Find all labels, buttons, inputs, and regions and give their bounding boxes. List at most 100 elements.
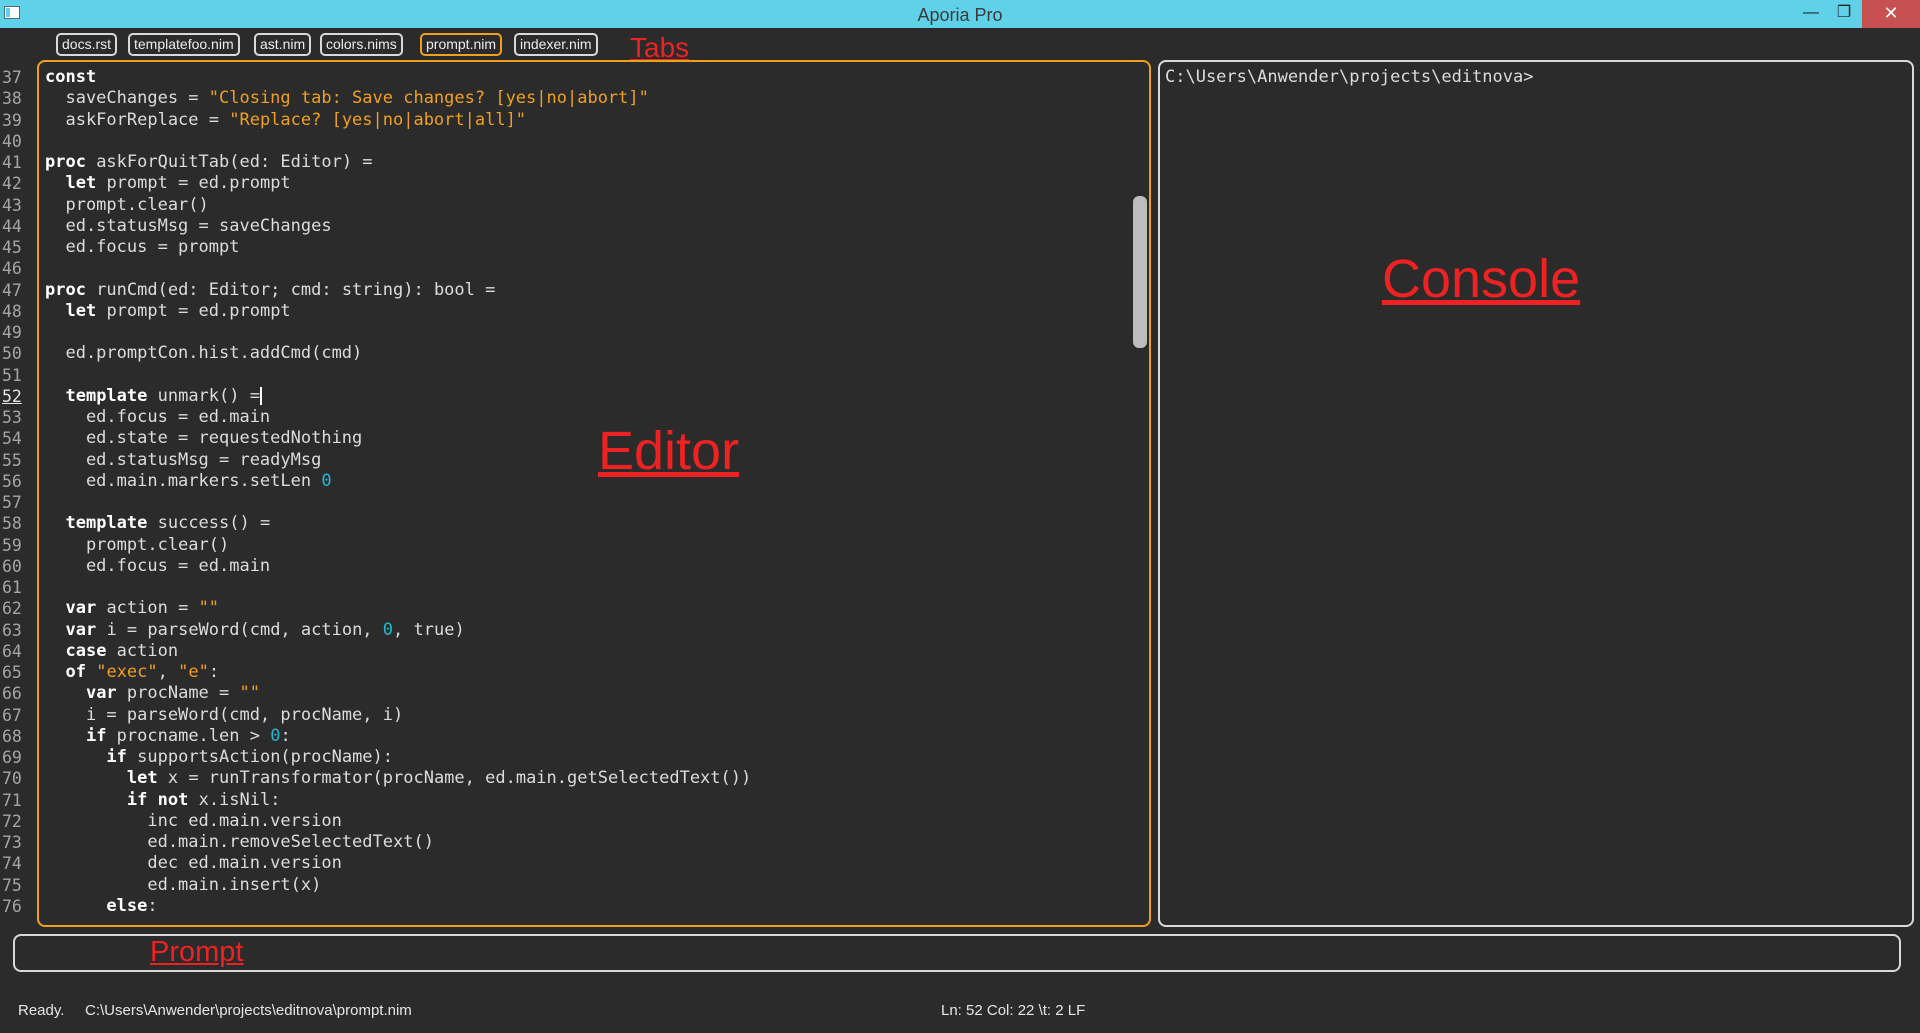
- line-number: 54: [2, 429, 22, 449]
- tab-docs-rst[interactable]: docs.rst: [56, 33, 118, 56]
- code-line[interactable]: ed.main.removeSelectedText(): [45, 832, 751, 853]
- code-line[interactable]: [45, 322, 751, 343]
- line-number: 75: [2, 875, 22, 895]
- editor-annotation: Editor: [598, 421, 740, 481]
- code-line[interactable]: let x = runTransformator(procName, ed.ma…: [45, 768, 751, 789]
- line-number: 73: [2, 833, 22, 852]
- code-line[interactable]: let prompt = ed.prompt: [45, 301, 751, 322]
- console-annotation: Console: [1382, 249, 1581, 309]
- code-line[interactable]: const: [45, 67, 751, 88]
- line-number: 59: [2, 535, 22, 555]
- status-cursor-position: Ln: 52 Col: 22 \t: 2 LF: [941, 1002, 1086, 1019]
- code-line[interactable]: var procName = "": [45, 683, 751, 704]
- line-number: 40: [2, 131, 22, 151]
- line-number: 74: [2, 854, 22, 874]
- tab-ast-nim[interactable]: ast.nim: [254, 33, 312, 56]
- console-pane[interactable]: C:\Users\Anwender\projects\editnova>: [1158, 60, 1914, 927]
- line-number: 64: [2, 641, 22, 661]
- tab-templatefoo-nim[interactable]: templatefoo.nim: [128, 33, 240, 56]
- code-line[interactable]: ed.focus = prompt: [45, 237, 751, 258]
- code-line[interactable]: ed.main.insert(x): [45, 875, 751, 896]
- tab-prompt-nim[interactable]: prompt.nim: [420, 33, 503, 56]
- code-line[interactable]: [45, 258, 751, 279]
- code-line[interactable]: ed.focus = ed.main: [45, 556, 751, 577]
- tab-indexer-nim[interactable]: indexer.nim: [514, 33, 598, 56]
- line-number: 53: [2, 408, 22, 427]
- status-file-path: C:\Users\Anwender\projects\editnova\prom…: [85, 1002, 412, 1019]
- code-line[interactable]: var action = "": [45, 598, 751, 619]
- line-number: 71: [2, 790, 22, 810]
- line-number: 45: [2, 238, 22, 257]
- code-line[interactable]: template unmark() =: [45, 386, 751, 407]
- line-number: 69: [2, 748, 22, 767]
- line-number: 60: [2, 556, 22, 576]
- line-number-gutter: 37 38 39 40 41 42 43 44 45 46 47 48 49 50 51 52 53 54 55 56…: [0, 67, 36, 917]
- status-bar: Ready. C:\Users\Anwender\projects\editno…: [0, 996, 1920, 1026]
- line-number: 48: [2, 301, 22, 321]
- code-line[interactable]: of "exec", "e":: [45, 662, 751, 683]
- code-line[interactable]: ed.statusMsg = saveChanges: [45, 216, 751, 237]
- line-number: 66: [2, 684, 22, 704]
- line-number: 65: [2, 663, 22, 682]
- code-line[interactable]: else:: [45, 896, 751, 917]
- prompt-annotation: Prompt: [150, 936, 244, 968]
- code-line[interactable]: dec ed.main.version: [45, 853, 751, 874]
- close-button[interactable]: ✕: [1862, 0, 1920, 28]
- code-line[interactable]: if not x.isNil:: [45, 790, 751, 811]
- tab-colors-nims[interactable]: colors.nims: [320, 33, 403, 56]
- line-number: 62: [2, 599, 22, 619]
- code-area[interactable]: const saveChanges = "Closing tab: Save c…: [45, 67, 751, 917]
- line-number: 68: [2, 726, 22, 746]
- code-line[interactable]: inc ed.main.version: [45, 811, 751, 832]
- code-line[interactable]: template success() =: [45, 513, 751, 534]
- line-number: 47: [2, 280, 22, 300]
- text-cursor: [259, 386, 262, 405]
- code-line[interactable]: proc runCmd(ed: Editor; cmd: string): bo…: [45, 280, 751, 301]
- code-line[interactable]: i = parseWord(cmd, procName, i): [45, 705, 751, 726]
- editor-scrollbar[interactable]: [1133, 196, 1147, 348]
- line-number: 57: [2, 493, 22, 512]
- line-number: 43: [2, 195, 22, 215]
- line-number: 56: [2, 471, 22, 491]
- prompt-input[interactable]: [13, 934, 1901, 972]
- code-line[interactable]: var i = parseWord(cmd, action, 0, true): [45, 620, 751, 641]
- console-prompt-line: C:\Users\Anwender\projects\editnova>: [1165, 67, 1534, 87]
- title-bar: Aporia Pro — ❐ ✕: [0, 0, 1920, 28]
- line-number: 39: [2, 110, 22, 130]
- line-number: 67: [2, 705, 22, 725]
- code-line[interactable]: [45, 131, 751, 152]
- code-line[interactable]: if procname.len > 0:: [45, 726, 751, 747]
- code-line[interactable]: prompt.clear(): [45, 535, 751, 556]
- line-number: 49: [2, 323, 22, 342]
- minimize-button[interactable]: —: [1793, 0, 1829, 28]
- line-number: 44: [2, 216, 22, 236]
- line-number: 38: [2, 89, 22, 109]
- code-line[interactable]: [45, 577, 751, 598]
- code-line[interactable]: ed.promptCon.hist.addCmd(cmd): [45, 343, 751, 364]
- line-number: 63: [2, 620, 22, 640]
- maximize-button[interactable]: ❐: [1826, 0, 1862, 28]
- line-number: 52: [2, 386, 22, 406]
- code-line[interactable]: let prompt = ed.prompt: [45, 173, 751, 194]
- line-number: 76: [2, 896, 22, 916]
- code-line[interactable]: if supportsAction(procName):: [45, 747, 751, 768]
- code-line[interactable]: case action: [45, 641, 751, 662]
- line-number: 72: [2, 811, 22, 831]
- code-line[interactable]: saveChanges = "Closing tab: Save changes…: [45, 88, 751, 109]
- line-number: 50: [2, 344, 22, 364]
- line-number: 51: [2, 365, 22, 385]
- line-number: 58: [2, 514, 22, 534]
- code-line[interactable]: proc askForQuitTab(ed: Editor) =: [45, 152, 751, 173]
- line-number: 41: [2, 153, 22, 172]
- code-line[interactable]: prompt.clear(): [45, 195, 751, 216]
- window-title: Aporia Pro: [917, 5, 1003, 25]
- code-line[interactable]: [45, 365, 751, 386]
- line-number: 37: [2, 68, 22, 87]
- line-number: 70: [2, 769, 22, 789]
- editor-pane[interactable]: const saveChanges = "Closing tab: Save c…: [37, 60, 1151, 927]
- line-number: 42: [2, 174, 22, 194]
- code-line[interactable]: [45, 492, 751, 513]
- status-state: Ready.: [18, 1002, 65, 1019]
- code-line[interactable]: askForReplace = "Replace? [yes|no|abort|…: [45, 110, 751, 131]
- line-number: 61: [2, 578, 22, 597]
